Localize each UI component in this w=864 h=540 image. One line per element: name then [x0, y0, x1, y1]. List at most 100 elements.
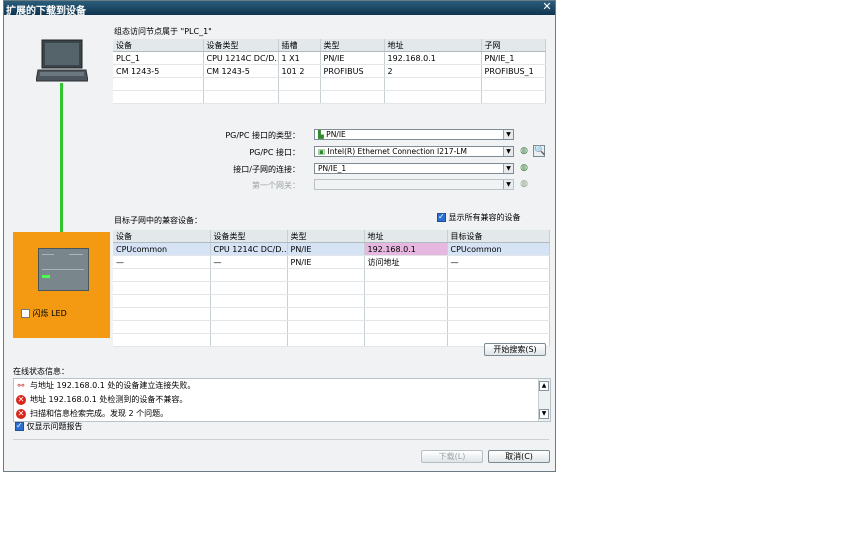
pgpc-interface-label: PG/PC 接口：: [249, 148, 300, 157]
table-cell: —: [447, 255, 550, 269]
flash-led-label: 闪烁 LED: [32, 309, 67, 318]
table-cell: PROFIBUS_1: [481, 64, 546, 78]
first-gateway-label: 第一个网关：: [252, 181, 300, 190]
interface-type-select[interactable]: ▙ PN/IE ▼: [314, 129, 514, 140]
column-header: 插槽: [278, 39, 321, 52]
dialog-title: 扩展的下载到设备: [6, 6, 86, 17]
subnet-connection-select[interactable]: PN/IE_1 ▼: [314, 163, 514, 174]
column-header: 设备: [113, 230, 211, 243]
cancel-button[interactable]: 取消(C): [488, 450, 550, 463]
configured-access-table: 设备 设备类型 插槽 类型 地址 子网 PLC_1 CPU 1214C DC/D…: [113, 39, 546, 104]
pgpc-interface-select[interactable]: ▣ Intel(R) Ethernet Connection I217-LM ▼: [314, 146, 514, 157]
title-bar: 扩展的下载到设备 ✕: [4, 1, 555, 17]
gateway-properties-icon: ◍: [520, 179, 528, 189]
checkbox-checked-icon[interactable]: [437, 212, 446, 222]
table-cell: PROFIBUS: [320, 64, 385, 78]
first-gateway-select: ▼: [314, 179, 514, 190]
column-header: 目标设备: [447, 230, 550, 243]
table-cell: —: [210, 255, 288, 269]
table-row-empty: [113, 294, 550, 308]
column-header: 类型: [320, 39, 385, 52]
column-header: 设备类型: [203, 39, 279, 52]
status-message: ✕ 地址 192.168.0.1 处检测到的设备不兼容。: [16, 394, 188, 405]
table-row[interactable]: — — PN/IE 访问地址 —: [113, 255, 550, 269]
table-cell: CPU 1214C DC/D...: [210, 242, 288, 256]
configured-access-caption: 组态访问节点属于 "PLC_1": [114, 27, 212, 36]
plc-device-icon: [38, 248, 89, 291]
extended-download-dialog: 扩展的下载到设备 ✕ 组态访问节点属于 "PLC_1" 设备 设备类型 插槽 类…: [3, 0, 556, 472]
scroll-down-icon[interactable]: ▼: [539, 409, 549, 419]
error-icon: ✕: [16, 394, 26, 405]
target-devices-caption: 目标子网中的兼容设备：: [114, 216, 202, 225]
table-cell: 192.168.0.1: [384, 51, 482, 65]
connection-line: [60, 83, 63, 233]
table-cell: PN/IE: [320, 51, 385, 65]
table-cell: 1 X1: [278, 51, 321, 65]
table-row-empty: [113, 77, 546, 91]
table-cell: 2: [384, 64, 482, 78]
column-header: 地址: [364, 230, 448, 243]
interface-type-label: PG/PC 接口的类型：: [225, 131, 300, 140]
status-message: ⚯ 与地址 192.168.0.1 处的设备建立连接失败。: [17, 380, 196, 391]
show-all-compatible-label: 显示所有兼容的设备: [448, 213, 521, 222]
subnet-connection-label: 接口/子网的连接：: [233, 165, 300, 174]
table-row[interactable]: CM 1243-5 CM 1243-5 101 2 PROFIBUS 2 PRO…: [113, 64, 546, 78]
table-cell: CPU 1214C DC/D...: [203, 51, 279, 65]
subnet-properties-icon[interactable]: ◍: [519, 163, 529, 173]
table-cell: CM 1243-5: [203, 64, 279, 78]
pg-pc-computer-icon: [36, 39, 88, 82]
table-cell: PLC_1: [113, 51, 204, 65]
flash-led-checkbox[interactable]: 闪烁 LED: [21, 308, 67, 319]
only-errors-checkbox[interactable]: 仅显示问题报告: [15, 421, 83, 432]
table-cell: CPUcommon: [447, 242, 550, 256]
interface-properties-icon[interactable]: ◍: [519, 146, 529, 156]
status-scrollbar[interactable]: ▲ ▼: [538, 379, 550, 421]
column-header: 子网: [481, 39, 546, 52]
status-message: ✕ 扫描和信息检索完成。发现 2 个问题。: [16, 408, 169, 419]
table-cell: PN/IE: [287, 255, 365, 269]
table-header-row: 设备 设备类型 插槽 类型 地址 子网: [113, 39, 546, 52]
interface-type-value: PN/IE: [326, 130, 346, 139]
chevron-down-icon: ▼: [503, 180, 513, 189]
table-cell: —: [113, 255, 211, 269]
close-icon[interactable]: ✕: [541, 1, 553, 13]
table-row-empty: [113, 90, 546, 104]
error-icon: ✕: [16, 408, 26, 419]
table-cell: 访问地址: [364, 255, 448, 269]
table-row-empty: [113, 307, 550, 321]
table-row-empty: [113, 320, 550, 334]
connection-error-icon: ⚯: [17, 380, 25, 390]
table-row-empty: [113, 281, 550, 295]
start-search-button[interactable]: 开始搜索(S): [484, 343, 546, 356]
footer-divider: [13, 439, 549, 440]
diagnostics-search-icon[interactable]: 🔍: [533, 145, 545, 157]
table-cell: PN/IE_1: [481, 51, 546, 65]
table-cell: 101 2: [278, 64, 321, 78]
chevron-down-icon[interactable]: ▼: [503, 164, 513, 173]
subnet-connection-value: PN/IE_1: [318, 164, 347, 173]
online-status-caption: 在线状态信息：: [13, 367, 69, 376]
column-header: 设备类型: [210, 230, 288, 243]
checkbox-unchecked-icon[interactable]: [21, 309, 30, 318]
chevron-down-icon[interactable]: ▼: [503, 130, 513, 139]
table-cell: 192.168.0.1: [364, 242, 448, 256]
checkbox-checked-icon[interactable]: [15, 421, 24, 431]
chevron-down-icon[interactable]: ▼: [503, 147, 513, 156]
table-row[interactable]: PLC_1 CPU 1214C DC/D... 1 X1 PN/IE 192.1…: [113, 51, 546, 65]
table-cell: CPUcommon: [113, 242, 211, 256]
table-row-selected[interactable]: CPUcommon CPU 1214C DC/D... PN/IE 192.16…: [113, 242, 550, 256]
table-cell: PN/IE: [287, 242, 365, 256]
column-header: 地址: [384, 39, 482, 52]
pgpc-interface-value: Intel(R) Ethernet Connection I217-LM: [327, 147, 467, 156]
column-header: 设备: [113, 39, 204, 52]
online-status-list: ⚯ 与地址 192.168.0.1 处的设备建立连接失败。 ✕ 地址 192.168…: [13, 378, 551, 422]
ethernet-icon: ▙: [318, 130, 324, 139]
only-errors-label: 仅显示问题报告: [26, 422, 83, 431]
network-card-icon: ▣: [318, 147, 326, 156]
table-header-row: 设备 设备类型 类型 地址 目标设备: [113, 230, 550, 243]
table-row-empty: [113, 268, 550, 282]
column-header: 类型: [287, 230, 365, 243]
show-all-compatible-checkbox[interactable]: 显示所有兼容的设备: [437, 212, 521, 223]
download-button[interactable]: 下载(L): [421, 450, 483, 463]
scroll-up-icon[interactable]: ▲: [539, 381, 549, 391]
